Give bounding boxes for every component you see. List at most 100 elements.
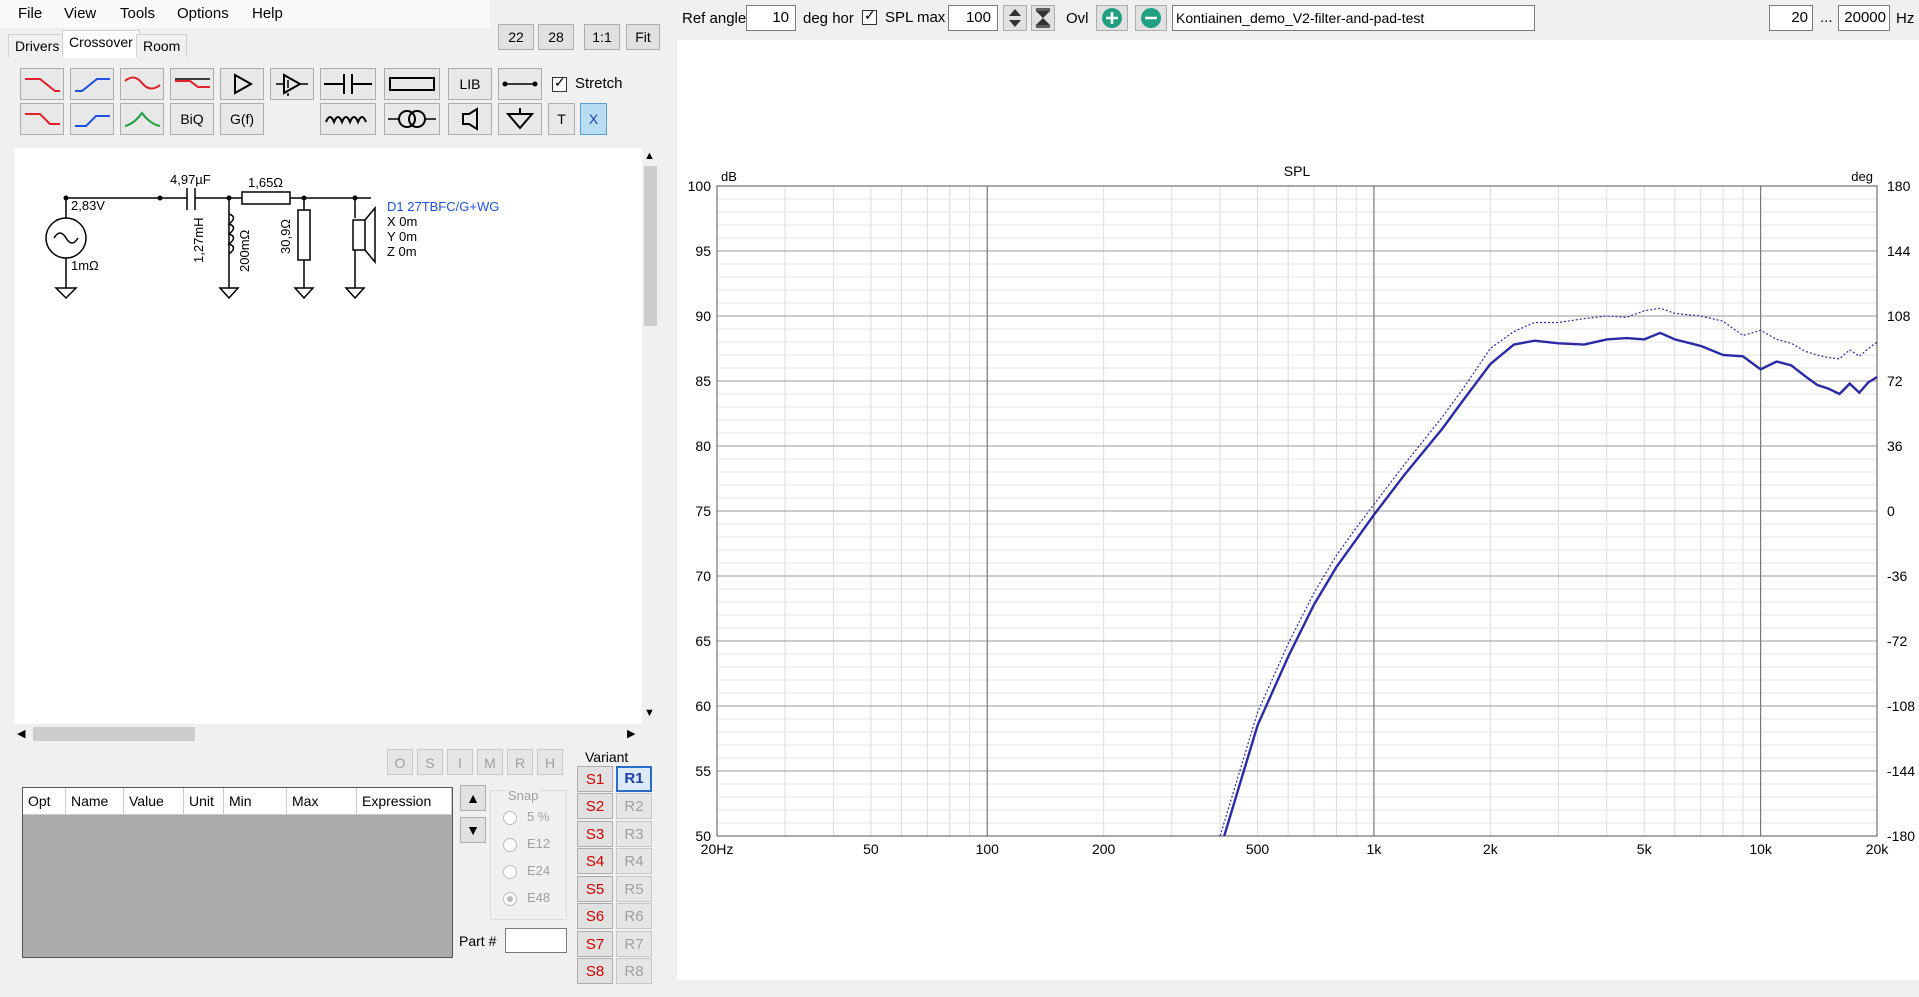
variant-r7-button[interactable]: R7 <box>616 931 652 957</box>
menu-view[interactable]: View <box>64 5 96 22</box>
view-1to1-button[interactable]: 1:1 <box>584 24 620 50</box>
snap-radio-5pct[interactable] <box>503 811 517 825</box>
snap-radio-e48[interactable] <box>503 892 517 906</box>
freq-min-input[interactable]: 20 <box>1769 5 1813 31</box>
variant-s3-button[interactable]: S3 <box>577 821 613 847</box>
variant-r3-button[interactable]: R3 <box>616 821 652 847</box>
variant-r5-button[interactable]: R5 <box>616 876 652 902</box>
variant-s4-button[interactable]: S4 <box>577 848 613 874</box>
optimizer-table[interactable]: Opt Name Value Unit Min Max Expression <box>22 787 453 958</box>
scroll-thumb[interactable] <box>33 727 195 741</box>
variant-r2-button[interactable]: R2 <box>616 793 652 819</box>
bandpass-green-button[interactable] <box>120 103 164 135</box>
gf-button[interactable]: G(f) <box>220 103 264 135</box>
variant-s5-button[interactable]: S5 <box>577 876 613 902</box>
shelf-button[interactable] <box>170 68 214 100</box>
menu-file[interactable]: File <box>18 5 42 22</box>
spl-max-input[interactable]: 100 <box>948 5 998 31</box>
capacitor-button[interactable] <box>320 68 376 100</box>
stretch-label: Stretch <box>575 75 623 92</box>
menu-options[interactable]: Options <box>177 5 229 22</box>
variant-r8-button[interactable]: R8 <box>616 958 652 984</box>
tab-room[interactable]: Room <box>136 34 188 57</box>
menu-tools[interactable]: Tools <box>120 5 155 22</box>
variant-s1-button[interactable]: S1 <box>577 766 613 792</box>
variant-r6-button[interactable]: R6 <box>616 903 652 929</box>
opt-s-button[interactable]: S <box>417 749 443 775</box>
opt-i-button[interactable]: I <box>447 749 473 775</box>
opt-r-button[interactable]: R <box>507 749 533 775</box>
snap-radio-e24[interactable] <box>503 865 517 879</box>
scroll-thumb[interactable] <box>644 166 657 326</box>
remove-overlay-button[interactable] <box>1135 5 1167 31</box>
column-header[interactable]: Value <box>124 788 184 815</box>
ref-angle-input[interactable]: 10 <box>746 5 796 31</box>
column-header[interactable]: Max <box>287 788 357 815</box>
scroll-up-icon[interactable]: ▲ <box>644 150 655 162</box>
variant-s7-button[interactable]: S7 <box>577 931 613 957</box>
column-header[interactable]: Name <box>66 788 124 815</box>
spl-chart-panel[interactable]: 100 95 90 85 80 75 70 65 60 55 50 180 144 108 72 36 0 -36… <box>677 40 1919 980</box>
buffer-button[interactable] <box>220 68 264 100</box>
variant-s2-button[interactable]: S2 <box>577 793 613 819</box>
y2-tick-label: 144 <box>1887 243 1911 259</box>
deg-hor-label: deg hor <box>803 10 854 27</box>
biq-button[interactable]: BiQ <box>170 103 214 135</box>
part-number-input[interactable] <box>505 928 567 953</box>
resistor-button[interactable] <box>384 68 440 100</box>
spl-max-fit-button[interactable] <box>1031 5 1055 31</box>
view-fit-button[interactable]: Fit <box>626 24 660 50</box>
allpass-red-button[interactable] <box>120 68 164 100</box>
spl-max-checkbox[interactable] <box>862 7 877 25</box>
lowpass-icon <box>25 78 60 92</box>
spl-max-spinner[interactable] <box>1003 5 1027 31</box>
opt-o-button[interactable]: O <box>387 749 413 775</box>
wire-button[interactable] <box>498 68 542 100</box>
overlay-name-input[interactable]: Kontiainen_demo_V2-filter-and-pad-test <box>1172 5 1535 31</box>
column-header[interactable]: Unit <box>184 788 224 815</box>
menu-help[interactable]: Help <box>252 5 283 22</box>
schematic-canvas[interactable]: 2,83V 1mΩ 4,97µF 1,65Ω 1,27mH 200mΩ 30,9… <box>15 148 642 724</box>
schematic-horizontal-scrollbar[interactable]: ◀ ▶ <box>15 724 642 744</box>
move-up-button[interactable]: ▲ <box>460 785 486 811</box>
highpass-blue-button[interactable] <box>70 68 114 100</box>
lowpass-red-button[interactable] <box>20 68 64 100</box>
tab-crossover[interactable]: Crossover <box>62 30 140 58</box>
scroll-down-icon[interactable]: ▼ <box>644 707 655 719</box>
variant-r1-button[interactable]: R1 <box>616 766 652 792</box>
scroll-right-icon[interactable]: ▶ <box>627 727 635 740</box>
driver-name-label[interactable]: D1 27TBFC/G+WG <box>387 199 499 214</box>
schematic-vertical-scrollbar[interactable]: ▲ ▼ <box>642 148 659 724</box>
inductor-button[interactable] <box>320 103 376 135</box>
speaker-button[interactable] <box>448 103 492 135</box>
y2-tick-label: 36 <box>1887 438 1903 454</box>
lowpass-red-2-button[interactable] <box>20 103 64 135</box>
highpass-blue-2-button[interactable] <box>70 103 114 135</box>
chart-title: SPL <box>1284 163 1311 179</box>
tab-drivers[interactable]: Drivers <box>8 34 67 57</box>
opt-h-button[interactable]: H <box>537 749 563 775</box>
transformer-button[interactable] <box>384 103 440 135</box>
amplifier-button[interactable] <box>270 68 314 100</box>
view-28-button[interactable]: 28 <box>538 24 574 50</box>
add-overlay-button[interactable] <box>1096 5 1128 31</box>
opt-m-button[interactable]: M <box>477 749 503 775</box>
wire-icon <box>502 81 538 87</box>
column-header[interactable]: Min <box>224 788 287 815</box>
column-header[interactable]: Expression <box>357 788 452 815</box>
variant-s8-button[interactable]: S8 <box>577 958 613 984</box>
snap-radio-e12[interactable] <box>503 838 517 852</box>
x-tool-button[interactable]: X <box>580 103 607 135</box>
snap-option-label: 5 % <box>527 809 550 824</box>
move-down-button[interactable]: ▼ <box>460 817 486 843</box>
view-22-button[interactable]: 22 <box>498 24 534 50</box>
stretch-checkbox[interactable] <box>552 74 567 92</box>
variant-r4-button[interactable]: R4 <box>616 848 652 874</box>
freq-max-input[interactable]: 20000 <box>1838 5 1890 31</box>
text-tool-button[interactable]: T <box>548 103 575 135</box>
ground-button[interactable] <box>498 103 542 135</box>
column-header[interactable]: Opt <box>23 788 66 815</box>
lib-button[interactable]: LIB <box>448 68 492 100</box>
scroll-left-icon[interactable]: ◀ <box>17 727 25 740</box>
variant-s6-button[interactable]: S6 <box>577 903 613 929</box>
